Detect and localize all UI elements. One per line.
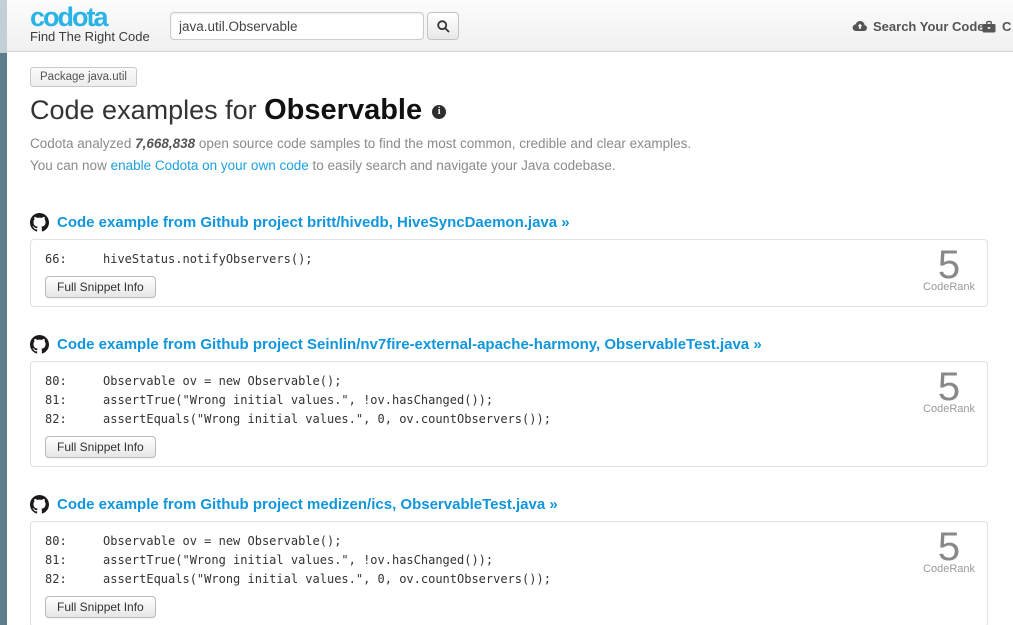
card-1-title-link[interactable]: Code example from Github project britt/h…	[57, 214, 570, 231]
logo-tagline: Find The Right Code	[30, 29, 150, 44]
nav-search-your-code[interactable]: Search Your Code	[852, 19, 985, 34]
github-icon	[30, 495, 49, 514]
intro-line1-post: open source code samples to find the mos…	[195, 136, 691, 151]
logo-text: codota	[30, 3, 150, 31]
intro-line1-pre: Codota analyzed	[30, 136, 135, 151]
code-example-section-2: Code example from Github project Seinlin…	[30, 335, 988, 467]
page-title-prefix: Code examples for	[30, 95, 264, 125]
code-text: assertEquals("Wrong initial values.", 0,…	[103, 410, 551, 429]
code-example-section-3: Code example from Github project medizen…	[30, 495, 988, 625]
line-number: 82:	[45, 410, 103, 429]
full-snippet-info-button[interactable]: Full Snippet Info	[45, 436, 156, 458]
code-example-section-1: Code example from Github project britt/h…	[30, 213, 988, 307]
full-snippet-info-button[interactable]: Full Snippet Info	[45, 596, 156, 618]
code-line: 81: assertTrue("Wrong initial values.", …	[45, 551, 973, 570]
github-icon	[30, 335, 49, 354]
card-3: 80: Observable ov = new Observable(); 81…	[30, 521, 988, 625]
coderank-label: CodeRank	[923, 403, 975, 415]
top-header: codota Find The Right Code Search Your C…	[0, 0, 1013, 52]
search-button[interactable]	[427, 12, 459, 40]
magnifier-icon	[436, 19, 451, 34]
code-line: 80: Observable ov = new Observable();	[45, 372, 973, 391]
coderank-value: 5	[923, 245, 975, 285]
coderank-badge: 5 CodeRank	[923, 367, 975, 415]
code-line: 81: assertTrue("Wrong initial values.", …	[45, 391, 973, 410]
intro-line2-pre: You can now	[30, 158, 111, 173]
enable-codota-link[interactable]: enable Codota on your own code	[111, 158, 309, 173]
coderank-label: CodeRank	[923, 281, 975, 293]
coderank-value: 5	[923, 527, 975, 567]
window-edge-strip-top	[0, 0, 7, 53]
line-number: 82:	[45, 570, 103, 589]
code-line: 82: assertEquals("Wrong initial values."…	[45, 570, 973, 589]
coderank-value: 5	[923, 367, 975, 407]
page-title: Code examples for Observable i	[30, 95, 988, 125]
code-text: Observable ov = new Observable();	[103, 532, 341, 551]
main-content: Package java.util Code examples for Obse…	[0, 52, 1013, 625]
intro-text: Codota analyzed 7,668,838 open source co…	[30, 133, 988, 177]
code-text: hiveStatus.notifyObservers();	[103, 250, 313, 269]
intro-line-2: You can now enable Codota on your own co…	[30, 155, 988, 177]
card-2-title-row: Code example from Github project Seinlin…	[30, 335, 988, 354]
cloud-upload-icon	[852, 20, 868, 34]
coderank-label: CodeRank	[923, 563, 975, 575]
briefcase-icon	[981, 19, 997, 34]
coderank-badge: 5 CodeRank	[923, 527, 975, 575]
line-number: 81:	[45, 391, 103, 410]
search-input[interactable]	[170, 12, 424, 40]
intro-line-1: Codota analyzed 7,668,838 open source co…	[30, 133, 988, 155]
nav-search-your-code-label: Search Your Code	[873, 19, 985, 34]
card-1: 66: hiveStatus.notifyObservers(); Full S…	[30, 239, 988, 307]
coderank-badge: 5 CodeRank	[923, 245, 975, 293]
code-line: 82: assertEquals("Wrong initial values."…	[45, 410, 973, 429]
card-3-title-row: Code example from Github project medizen…	[30, 495, 988, 514]
full-snippet-info-button[interactable]: Full Snippet Info	[45, 276, 156, 298]
line-number: 81:	[45, 551, 103, 570]
code-text: assertTrue("Wrong initial values.", !ov.…	[103, 551, 493, 570]
package-badge[interactable]: Package java.util	[30, 67, 137, 87]
card-3-title-link[interactable]: Code example from Github project medizen…	[57, 496, 558, 513]
code-text: assertTrue("Wrong initial values.", !ov.…	[103, 391, 493, 410]
page-title-term: Observable	[264, 94, 422, 126]
line-number: 66:	[45, 250, 103, 269]
code-text: Observable ov = new Observable();	[103, 372, 341, 391]
code-text: assertEquals("Wrong initial values.", 0,…	[103, 570, 551, 589]
code-line: 80: Observable ov = new Observable();	[45, 532, 973, 551]
line-number: 80:	[45, 532, 103, 551]
analyzed-count: 7,668,838	[135, 136, 195, 151]
line-number: 80:	[45, 372, 103, 391]
info-icon[interactable]: i	[432, 105, 446, 119]
window-edge-strip	[0, 0, 7, 625]
codota-logo[interactable]: codota Find The Right Code	[30, 3, 150, 44]
header-search	[170, 12, 459, 40]
nav-careers-label: C	[1002, 19, 1011, 34]
github-icon	[30, 213, 49, 232]
card-1-title-row: Code example from Github project britt/h…	[30, 213, 988, 232]
intro-line2-post: to easily search and navigate your Java …	[309, 158, 616, 173]
nav-careers[interactable]: C	[981, 19, 1011, 34]
card-2: 80: Observable ov = new Observable(); 81…	[30, 361, 988, 467]
card-2-title-link[interactable]: Code example from Github project Seinlin…	[57, 336, 762, 353]
code-line: 66: hiveStatus.notifyObservers();	[45, 250, 973, 269]
